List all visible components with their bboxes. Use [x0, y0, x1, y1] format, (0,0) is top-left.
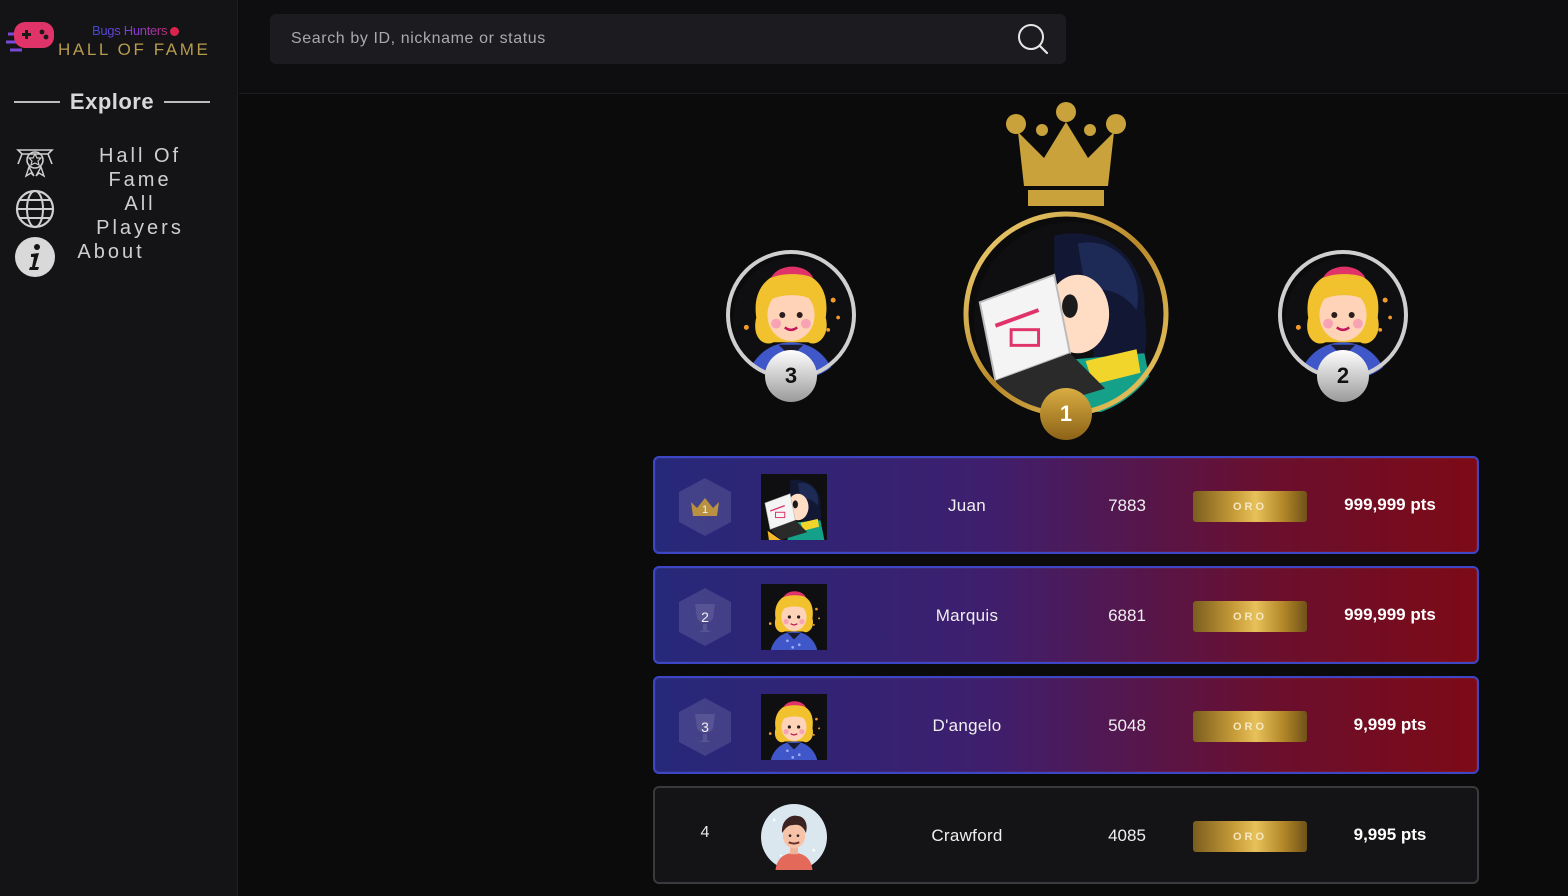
podium-first-avatar[interactable] [962, 210, 1170, 418]
player-points: 999,999 pts [1344, 495, 1436, 514]
search-bar [270, 14, 1066, 64]
tier-badge: ORO [1193, 601, 1307, 632]
sidebar-item-about[interactable]: About [68, 240, 154, 264]
player-name: Juan [947, 496, 987, 515]
explore-heading: Explore [14, 88, 211, 116]
player-id: 4085 [1108, 826, 1146, 845]
player-name: Marquis [935, 606, 999, 625]
brand-logo[interactable]: Bugs Hunters HALL OF FAME [6, 18, 231, 62]
player-id: 7883 [1108, 496, 1146, 515]
player-avatar [761, 474, 827, 540]
svg-text:3: 3 [701, 719, 709, 735]
explore-title: Explore [69, 89, 155, 114]
player-name: D'angelo [932, 716, 1002, 735]
player-points: 9,999 pts [1353, 715, 1427, 734]
sidebar-item-all-players[interactable]: All Players [90, 192, 190, 240]
player-avatar [761, 804, 827, 870]
gamepad-icon [6, 22, 54, 52]
info-icon[interactable] [14, 236, 56, 278]
globe-icon[interactable] [14, 188, 56, 230]
trophy-badge-icon[interactable] [14, 140, 56, 182]
rank-crown-icon: 1 [679, 478, 731, 536]
svg-text:2: 2 [701, 609, 709, 625]
search-input[interactable] [270, 14, 1000, 64]
leaderboard-row[interactable]: 4 Crawford 4085 ORO 9,995 pts [653, 786, 1479, 884]
player-rank: 4 [700, 824, 710, 841]
search-icon[interactable] [1016, 22, 1050, 56]
leaderboard-row[interactable]: 2 Marquis 6881 ORO 999,999 pts [653, 566, 1479, 664]
sidebar: Bugs Hunters HALL OF FAME Explore Hall O… [0, 0, 238, 896]
rank-trophy-icon: 3 [679, 698, 731, 756]
leaderboard-row[interactable]: 3 D'angelo 5048 ORO 9,999 pts [653, 676, 1479, 774]
leaderboard-row[interactable]: 1 Juan 7883 ORO 999,999 pts [653, 456, 1479, 554]
rank-trophy-icon: 2 [679, 588, 731, 646]
sidebar-item-hall-of-fame[interactable]: Hall Of Fame [90, 144, 190, 192]
player-points: 999,999 pts [1344, 605, 1436, 624]
player-id: 5048 [1108, 716, 1146, 735]
tier-badge: ORO [1193, 821, 1307, 852]
podium-third-rank-badge: 3 [765, 350, 817, 402]
brand-title: HALL OF FAME [58, 40, 211, 59]
podium-second-rank-badge: 2 [1317, 350, 1369, 402]
podium-first-rank-badge: 1 [1040, 388, 1092, 440]
svg-text:1: 1 [702, 504, 708, 516]
tier-badge: ORO [1193, 491, 1307, 522]
player-id: 6881 [1108, 606, 1146, 625]
crown-icon [1006, 102, 1126, 206]
player-name: Crawford [931, 826, 1003, 845]
tier-badge: ORO [1193, 711, 1307, 742]
brand-subtitle: Bugs Hunters [92, 23, 180, 38]
player-avatar [761, 584, 827, 650]
player-points: 9,995 pts [1353, 825, 1427, 844]
player-avatar [761, 694, 827, 760]
